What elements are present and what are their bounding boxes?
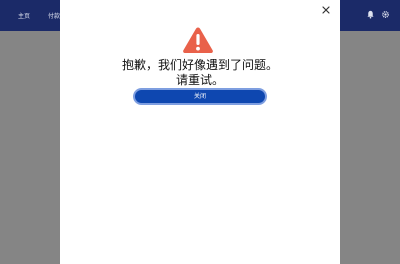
warning-triangle-icon [183, 27, 213, 53]
nav-item-home[interactable]: 主页 [18, 11, 30, 20]
nav-item-pay[interactable]: 付款 [48, 11, 60, 20]
gear-icon[interactable] [381, 10, 390, 19]
error-message-line-2: 请重试。 [175, 73, 224, 87]
error-message: 抱歉，我们好像遇到了问题。 请重试。 [60, 58, 340, 88]
close-icon [322, 6, 330, 14]
close-dialog-button[interactable] [319, 3, 333, 17]
close-button[interactable]: 关闭 [133, 88, 267, 105]
error-dialog: 抱歉，我们好像遇到了问题。 请重试。 关闭 [60, 0, 340, 264]
error-message-line-1: 抱歉，我们好像遇到了问题。 [121, 58, 278, 72]
bell-icon[interactable] [366, 10, 375, 19]
